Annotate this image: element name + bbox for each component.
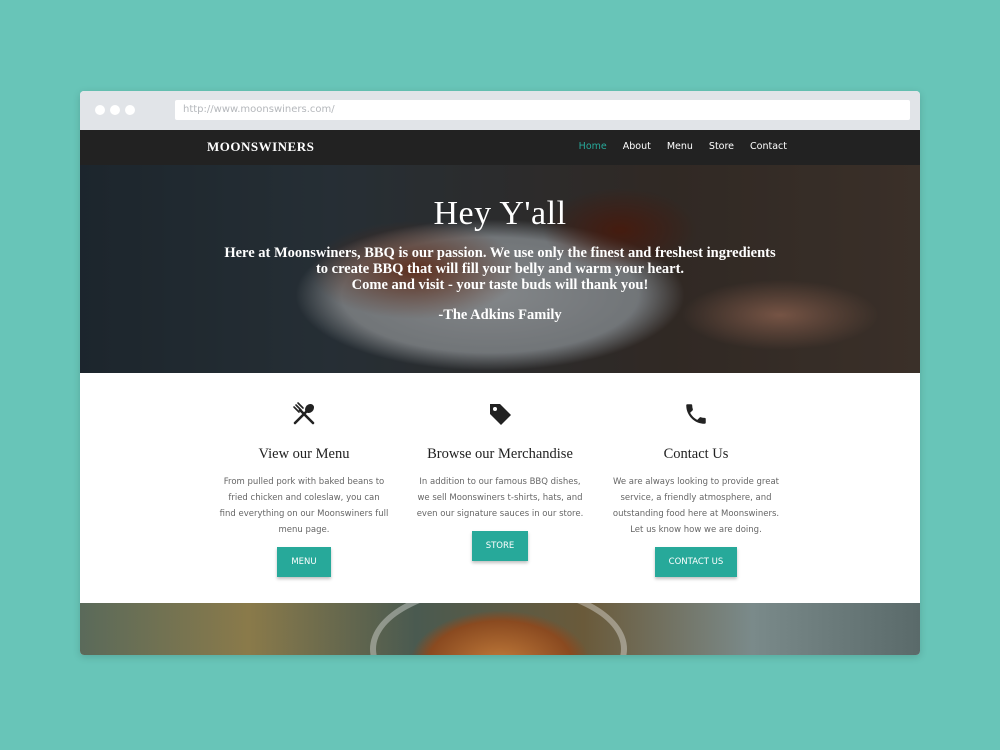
browser-chrome: http://www.moonswiners.com/: [80, 91, 920, 130]
contact-us-button[interactable]: CONTACT US: [654, 547, 738, 577]
utensils-icon: [219, 401, 389, 431]
browser-window: http://www.moonswiners.com/ MOONSWINERS …: [80, 91, 920, 655]
feature-merchandise: Browse our Merchandise In addition to ou…: [415, 373, 585, 561]
hero-title: Hey Y'all: [433, 195, 567, 232]
window-dot-maximize[interactable]: [125, 105, 135, 115]
feature-text: We are always looking to provide great s…: [612, 477, 780, 535]
window-dot-minimize[interactable]: [110, 105, 120, 115]
hero-banner: Hey Y'all Here at Moonswiners, BBQ is ou…: [80, 165, 920, 373]
nav-menu: Home About Menu Store Contact: [579, 141, 787, 152]
feature-text: From pulled pork with baked beans to fri…: [219, 477, 389, 535]
feature-title: Contact Us: [663, 446, 729, 462]
hero-text: Hey Y'all Here at Moonswiners, BBQ is ou…: [80, 165, 920, 324]
hero-intro: Here at Moonswiners, BBQ is our passion.…: [224, 245, 776, 293]
hero-signature: -The Adkins Family: [438, 307, 562, 323]
feature-menu: View our Menu From pulled pork with bake…: [219, 373, 389, 577]
feature-title: Browse our Merchandise: [427, 446, 573, 462]
feature-contact: Contact Us We are always looking to prov…: [611, 373, 781, 577]
nav-item-store[interactable]: Store: [709, 141, 734, 152]
nav-item-menu[interactable]: Menu: [667, 141, 693, 152]
site-navbar: MOONSWINERS Home About Menu Store Contac…: [80, 130, 920, 165]
features-section: View our Menu From pulled pork with bake…: [80, 373, 920, 603]
feature-text: In addition to our famous BBQ dishes, we…: [416, 477, 584, 519]
address-bar[interactable]: http://www.moonswiners.com/: [175, 100, 910, 120]
window-dot-close[interactable]: [95, 105, 105, 115]
feature-title: View our Menu: [258, 446, 350, 462]
phone-icon: [611, 401, 781, 431]
footer-image-strip: [80, 603, 920, 655]
tag-icon: [415, 401, 585, 431]
store-button[interactable]: STORE: [471, 531, 529, 561]
nav-item-contact[interactable]: Contact: [750, 141, 787, 152]
nav-item-home[interactable]: Home: [579, 141, 607, 152]
menu-button[interactable]: MENU: [277, 547, 331, 577]
site-logo[interactable]: MOONSWINERS: [207, 139, 314, 155]
nav-item-about[interactable]: About: [623, 141, 651, 152]
